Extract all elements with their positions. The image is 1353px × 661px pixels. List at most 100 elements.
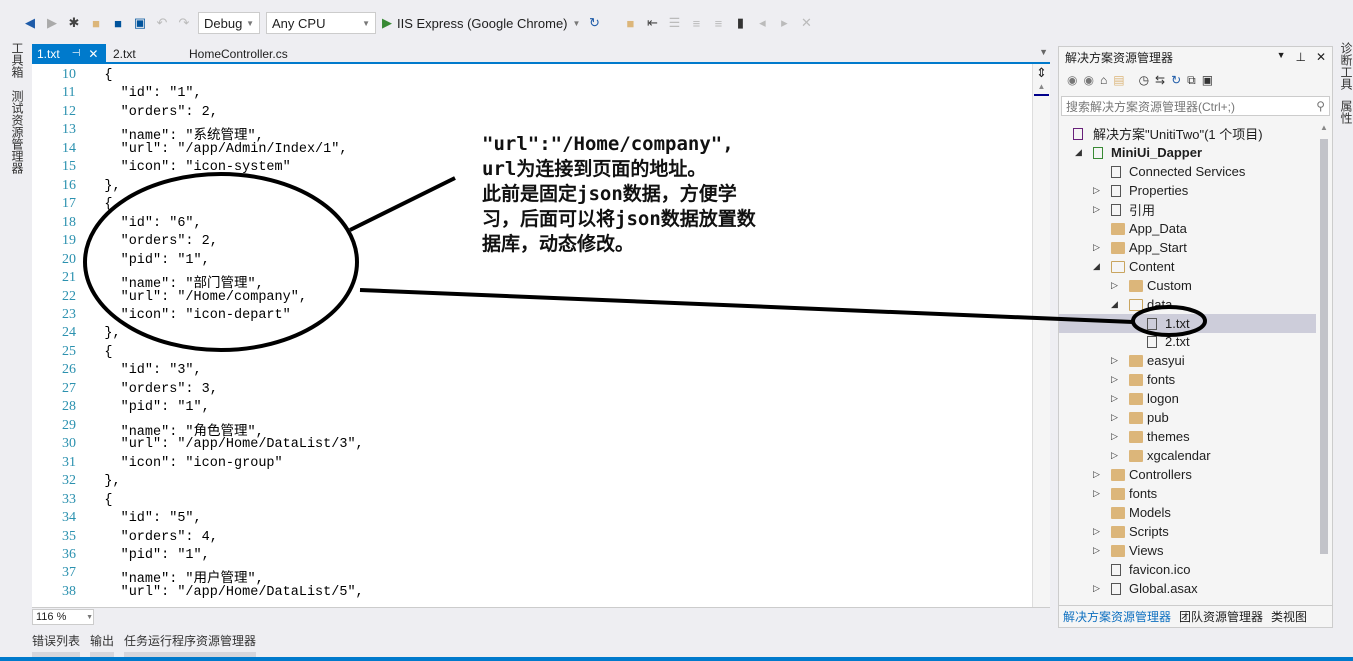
tree-item[interactable]: App_Data bbox=[1059, 219, 1317, 238]
undo-icon[interactable]: ↶ bbox=[154, 15, 170, 31]
bookmark-icon[interactable]: ▮ bbox=[732, 15, 748, 31]
expand-arrow-icon[interactable]: ▷ bbox=[1111, 280, 1121, 291]
tree-item[interactable]: ◢ MiniUi_Dapper bbox=[1059, 143, 1317, 162]
close-icon[interactable]: ✕ bbox=[88, 47, 98, 61]
tree-item[interactable]: ▷ 引用 bbox=[1059, 200, 1317, 219]
save-icon[interactable]: ■ bbox=[110, 15, 126, 31]
properties-tab[interactable]: 属性 bbox=[1338, 100, 1353, 124]
prev-bookmark-icon[interactable]: ◂ bbox=[754, 15, 770, 31]
new-project-icon[interactable]: ✱ bbox=[66, 15, 82, 31]
diagnostic-tools-tab[interactable]: 诊断工具 bbox=[1338, 42, 1353, 90]
expand-arrow-icon[interactable]: ▷ bbox=[1111, 374, 1121, 385]
pin-icon[interactable]: ⊥ bbox=[1295, 50, 1305, 64]
task-runner-tab[interactable]: 任务运行程序资源管理器 bbox=[124, 632, 257, 658]
tree-item[interactable]: ▷ Properties bbox=[1059, 181, 1317, 200]
expand-arrow-icon[interactable]: ▷ bbox=[1093, 583, 1103, 594]
expand-arrow-icon[interactable]: ▷ bbox=[1093, 545, 1103, 556]
tree-item[interactable]: favicon.ico bbox=[1059, 560, 1317, 579]
refresh-icon[interactable]: ↻ bbox=[586, 15, 602, 31]
tab-overflow-icon[interactable]: ▼ bbox=[1039, 47, 1048, 57]
expand-arrow-icon[interactable]: ▷ bbox=[1111, 355, 1121, 366]
tree-item[interactable]: ▷ themes bbox=[1059, 427, 1317, 446]
comment-icon[interactable]: ≡ bbox=[688, 15, 704, 31]
tab-team-explorer[interactable]: 团队资源管理器 bbox=[1179, 608, 1263, 625]
expand-arrow-icon[interactable]: ▷ bbox=[1111, 450, 1121, 461]
editor-scrollbar[interactable]: ⇕ ▲ bbox=[1032, 64, 1050, 607]
expand-arrow-icon[interactable]: ▷ bbox=[1111, 431, 1121, 442]
dropdown-icon[interactable]: ▼ bbox=[1277, 50, 1286, 64]
save-all-icon[interactable]: ▣ bbox=[132, 15, 148, 31]
expand-arrow-icon[interactable]: ▷ bbox=[1093, 526, 1103, 537]
clear-bookmarks-icon[interactable]: ✕ bbox=[798, 15, 814, 31]
tree-item[interactable]: ▷ pub bbox=[1059, 408, 1317, 427]
expand-arrow-icon[interactable]: ▷ bbox=[1093, 242, 1103, 253]
solution-search-input[interactable]: 搜索解决方案资源管理器(Ctrl+;) ⚲ bbox=[1061, 96, 1330, 116]
scroll-up-icon[interactable]: ▲ bbox=[1316, 123, 1332, 132]
redo-icon[interactable]: ↷ bbox=[176, 15, 192, 31]
next-bookmark-icon[interactable]: ▸ bbox=[776, 15, 792, 31]
tab-1-txt[interactable]: 1.txt ⊣ ✕ bbox=[32, 44, 106, 63]
tab-solution-explorer[interactable]: 解决方案资源管理器 bbox=[1063, 608, 1171, 625]
platform-select[interactable]: Any CPU ▼ bbox=[266, 12, 376, 34]
tree-item[interactable]: ▷ Controllers bbox=[1059, 465, 1317, 484]
back-icon[interactable]: ◉ bbox=[1067, 73, 1077, 87]
sync-icon[interactable]: ⇆ bbox=[1155, 73, 1165, 87]
tree-item[interactable]: ▷ fonts bbox=[1059, 484, 1317, 503]
forward-icon[interactable]: ◉ bbox=[1083, 73, 1093, 87]
forward-icon[interactable]: ▶ bbox=[44, 15, 60, 31]
indent-icon[interactable]: ☰ bbox=[666, 15, 682, 31]
tree-item[interactable]: ▷ Scripts bbox=[1059, 522, 1317, 541]
expand-arrow-icon[interactable]: ▷ bbox=[1093, 469, 1103, 480]
tree-item[interactable]: 1.txt bbox=[1059, 313, 1317, 333]
scroll-thumb[interactable] bbox=[1320, 139, 1328, 554]
scroll-up-icon[interactable]: ▲ bbox=[1033, 82, 1050, 91]
tree-item[interactable]: Models bbox=[1059, 503, 1317, 522]
tree-item[interactable]: ◢ data bbox=[1059, 295, 1317, 314]
tab-class-view[interactable]: 类视图 bbox=[1271, 608, 1307, 625]
config-select[interactable]: Debug ▼ bbox=[198, 12, 260, 34]
open-file-icon[interactable]: ■ bbox=[88, 15, 104, 31]
test-explorer-tab[interactable]: 测试资源管理器 bbox=[9, 90, 26, 174]
tree-item[interactable]: ▷ Global.asax bbox=[1059, 579, 1317, 598]
expand-arrow-icon[interactable]: ▷ bbox=[1093, 488, 1103, 499]
output-tab[interactable]: 输出 bbox=[90, 632, 115, 658]
expand-arrow-icon[interactable]: ▷ bbox=[1093, 185, 1103, 196]
toolbox-tab[interactable]: 工具箱 bbox=[9, 42, 26, 78]
find-icon[interactable]: ■ bbox=[622, 15, 638, 31]
expand-arrow-icon[interactable]: ▷ bbox=[1111, 412, 1121, 423]
tree-scrollbar[interactable]: ▲ bbox=[1316, 123, 1332, 603]
error-list-tab[interactable]: 错误列表 bbox=[32, 632, 81, 658]
tab-homecontroller[interactable]: HomeController.cs bbox=[184, 44, 293, 63]
tab-2-txt[interactable]: 2.txt bbox=[108, 44, 141, 63]
tree-item[interactable]: ▷ Custom bbox=[1059, 276, 1317, 295]
run-button[interactable]: ▶ IIS Express (Google Chrome) ▼ bbox=[382, 15, 580, 31]
show-all-files-icon[interactable]: ▣ bbox=[1202, 73, 1213, 87]
split-icon[interactable]: ⇕ bbox=[1033, 64, 1050, 82]
step-icon[interactable]: ⇤ bbox=[644, 15, 660, 31]
tree-item[interactable]: ▷ easyui bbox=[1059, 351, 1317, 370]
collapse-arrow-icon[interactable]: ◢ bbox=[1075, 147, 1085, 158]
switch-view-icon[interactable]: ▤ bbox=[1113, 73, 1124, 87]
tree-item[interactable]: Connected Services bbox=[1059, 162, 1317, 181]
expand-arrow-icon[interactable]: ▷ bbox=[1093, 204, 1103, 215]
search-icon[interactable]: ⚲ bbox=[1316, 99, 1325, 113]
home-icon[interactable]: ⌂ bbox=[1100, 73, 1107, 87]
pin-icon[interactable]: ⊣ bbox=[72, 48, 81, 59]
collapse-arrow-icon[interactable]: ◢ bbox=[1111, 299, 1121, 310]
tree-item[interactable]: 2.txt bbox=[1059, 332, 1317, 351]
tree-item[interactable]: 解决方案"UnitiTwo"(1 个项目) bbox=[1059, 124, 1317, 143]
history-icon[interactable]: ◷ bbox=[1139, 73, 1149, 87]
tree-item[interactable]: ▷ App_Start bbox=[1059, 238, 1317, 257]
tree-item[interactable]: ◢ Content bbox=[1059, 257, 1317, 276]
close-icon[interactable]: ✕ bbox=[1316, 50, 1326, 64]
menu-bar[interactable] bbox=[0, 0, 1353, 8]
collapse-all-icon[interactable]: ⧉ bbox=[1187, 73, 1196, 88]
zoom-select[interactable]: 116 % ▼ bbox=[32, 609, 94, 625]
tree-item[interactable]: ▷ logon bbox=[1059, 389, 1317, 408]
expand-arrow-icon[interactable]: ▷ bbox=[1111, 393, 1121, 404]
refresh-icon[interactable]: ↻ bbox=[1171, 73, 1181, 87]
tree-item[interactable]: ▷ Views bbox=[1059, 541, 1317, 560]
uncomment-icon[interactable]: ≡ bbox=[710, 15, 726, 31]
tree-item[interactable]: ▷ xgcalendar bbox=[1059, 446, 1317, 465]
tree-item[interactable]: ▷ fonts bbox=[1059, 370, 1317, 389]
